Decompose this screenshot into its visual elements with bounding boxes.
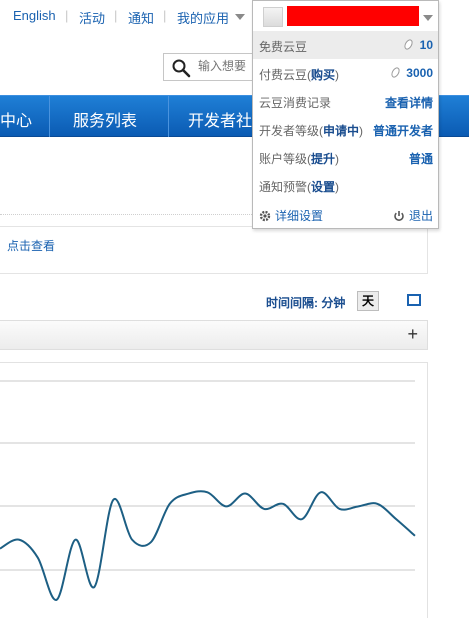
- menu-row-paid-beans[interactable]: 付费云豆(购买) 3000: [253, 59, 438, 87]
- interval-label: 时间间隔: 分钟: [266, 296, 346, 310]
- english-link[interactable]: English: [13, 8, 56, 23]
- menu-row-consumption[interactable]: 云豆消费记录 查看详情: [253, 87, 438, 115]
- menu-row-free-beans[interactable]: 免费云豆 10: [253, 31, 438, 59]
- menu-item-services[interactable]: 服务列表: [73, 107, 137, 131]
- user-menu-header[interactable]: [253, 1, 438, 31]
- power-icon: [394, 211, 404, 221]
- line-chart: [0, 380, 416, 601]
- menu-divider: [168, 96, 169, 137]
- avatar: [263, 7, 283, 27]
- chevron-down-icon[interactable]: [423, 15, 433, 21]
- view-link[interactable]: 点击查看: [7, 237, 55, 254]
- nav-separator: |: [163, 8, 167, 23]
- nav-separator: |: [65, 8, 69, 23]
- paid-beans-value: 3000: [406, 66, 433, 80]
- gear-icon: [259, 210, 271, 222]
- bean-icon: [402, 37, 415, 52]
- redacted-username: [287, 6, 419, 26]
- menu-row-dev-level[interactable]: 开发者等级(申请中) 普通开发者: [253, 115, 438, 143]
- chart-area: [0, 362, 428, 618]
- chevron-down-icon[interactable]: [235, 14, 245, 20]
- menu-row-account-level[interactable]: 账户等级(提升) 普通: [253, 143, 438, 171]
- menu-item-center[interactable]: 中心: [0, 107, 32, 131]
- account-level-label: 账户等级(提升): [259, 152, 340, 166]
- upgrade-link[interactable]: 提升: [311, 152, 335, 166]
- settings-link[interactable]: 设置: [311, 180, 335, 194]
- fullscreen-icon[interactable]: [407, 294, 421, 306]
- notice-panel: 点击查看: [0, 226, 428, 274]
- search-icon[interactable]: [171, 58, 191, 78]
- menu-row-alerts[interactable]: 通知预警(设置): [253, 171, 438, 199]
- notice-link[interactable]: 通知: [128, 8, 154, 27]
- free-beans-value: 10: [419, 38, 433, 52]
- search-box[interactable]: [163, 53, 263, 81]
- alerts-label: 通知预警(设置): [259, 180, 340, 194]
- free-beans-label: 免费云豆: [259, 40, 308, 54]
- logout-link[interactable]: 退出: [409, 207, 433, 224]
- menu-item-developer[interactable]: 开发者社: [188, 107, 252, 131]
- view-details-link[interactable]: 查看详情: [385, 94, 433, 111]
- consumption-label: 云豆消费记录: [259, 96, 332, 110]
- account-level-value: 普通: [408, 152, 433, 166]
- user-menu-dropdown: 免费云豆 10 付费云豆(购买) 3000 云豆消费记录 查看详情 开发者等级(…: [252, 0, 439, 229]
- buy-link[interactable]: 购买: [311, 68, 335, 82]
- applying-status: 申请中: [323, 124, 360, 138]
- menu-divider: [49, 96, 50, 137]
- series-line: [0, 490, 416, 601]
- activity-link[interactable]: 活动: [79, 8, 105, 27]
- bean-icon: [389, 65, 402, 80]
- my-apps-link[interactable]: 我的应用: [177, 8, 229, 27]
- interval-day-button[interactable]: 天: [357, 291, 379, 311]
- panel-header: +: [0, 320, 428, 350]
- detailed-settings-link[interactable]: 详细设置: [275, 207, 323, 224]
- nav-separator: |: [114, 8, 118, 23]
- paid-beans-label: 付费云豆(购买): [259, 68, 340, 82]
- expand-button[interactable]: +: [407, 324, 418, 345]
- dev-level-label: 开发者等级(申请中): [259, 124, 364, 138]
- dev-level-value: 普通开发者: [372, 124, 433, 138]
